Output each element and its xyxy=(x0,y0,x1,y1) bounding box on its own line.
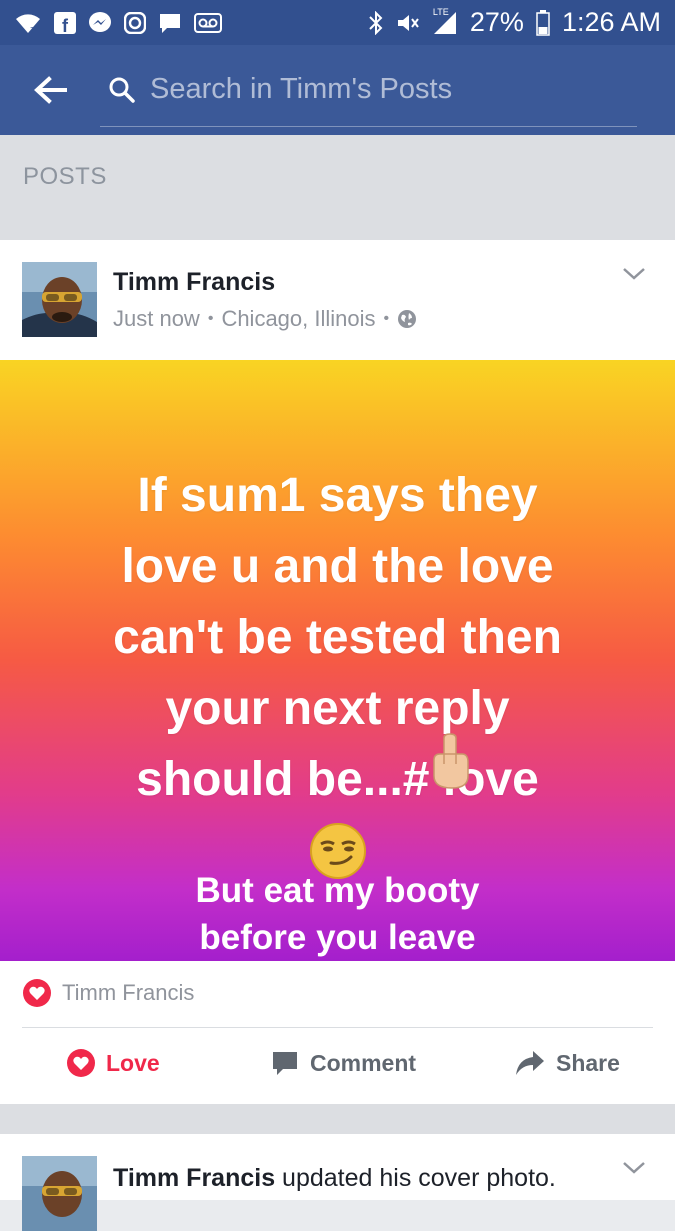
back-arrow-icon xyxy=(34,76,67,104)
post-meta: Just now • Chicago, Illinois • xyxy=(113,306,417,332)
banner-text: If sum1 says they love u and the love ca… xyxy=(0,460,675,886)
share-label: Share xyxy=(556,1049,620,1076)
facebook-icon: f xyxy=(54,11,76,34)
section-header: POSTS xyxy=(0,135,675,240)
network-type: LTE xyxy=(432,6,449,17)
post-card: Timm Francis Just now • Chicago, Illinoi… xyxy=(0,240,675,1104)
chevron-down-icon[interactable] xyxy=(619,262,649,286)
instagram-icon xyxy=(124,11,146,34)
globe-icon xyxy=(398,310,417,328)
love-button[interactable]: Love xyxy=(66,1048,160,1078)
battery-icon xyxy=(536,9,550,36)
banner-line: should be...# love xyxy=(136,753,539,806)
love-label: Love xyxy=(106,1049,160,1076)
messenger-icon xyxy=(88,11,112,35)
post-banner: If sum1 says they love u and the love ca… xyxy=(0,360,675,961)
love-reaction-icon xyxy=(23,979,51,1007)
search-input[interactable] xyxy=(148,72,618,107)
banner-sub-line: But eat my booty xyxy=(195,871,480,910)
signal-icon: LTE xyxy=(432,6,458,36)
post-time[interactable]: Just now xyxy=(113,306,200,332)
section-title: POSTS xyxy=(23,163,107,190)
app-bar xyxy=(0,45,675,135)
back-button[interactable] xyxy=(0,45,100,135)
chat-icon xyxy=(158,12,182,34)
battery-percent: 27% xyxy=(469,7,524,37)
love-reaction-icon xyxy=(67,1049,95,1077)
avatar[interactable] xyxy=(22,262,97,337)
post-actions: Love Comment Share xyxy=(0,1040,675,1096)
reactions-summary[interactable]: Timm Francis xyxy=(22,978,194,1008)
meta-dot: • xyxy=(383,310,390,327)
voicemail-icon xyxy=(194,12,222,33)
share-arrow-icon xyxy=(516,1051,544,1075)
banner-line: love u and the love xyxy=(121,540,554,593)
banner-line: can't be tested then xyxy=(113,611,562,664)
mute-icon xyxy=(396,11,420,35)
svg-text:?: ? xyxy=(30,26,34,35)
banner-subtext: But eat my booty before you leave xyxy=(0,867,675,961)
reaction-name: Timm Francis xyxy=(62,980,195,1005)
divider xyxy=(22,1027,653,1028)
search-icon xyxy=(109,77,135,103)
search-bar[interactable] xyxy=(100,53,637,127)
post-author[interactable]: Timm Francis xyxy=(113,268,275,297)
post-activity-text: Timm Francis updated his cover photo. xyxy=(113,1164,556,1193)
status-bar: ? f LTE 27% 1:26 AM xyxy=(0,0,675,45)
clock: 1:26 AM xyxy=(561,7,661,37)
meta-dot: • xyxy=(207,310,214,327)
activity-description: updated his cover photo. xyxy=(275,1164,556,1192)
wifi-icon: ? xyxy=(14,11,42,35)
post-location[interactable]: Chicago, Illinois xyxy=(221,306,375,332)
share-button[interactable]: Share xyxy=(514,1048,620,1078)
post-card: Timm Francis updated his cover photo. xyxy=(0,1134,675,1231)
post-header: Timm Francis Just now • Chicago, Illinoi… xyxy=(0,240,675,360)
feed-separator xyxy=(0,1104,675,1134)
banner-sub-line: before you leave xyxy=(199,918,476,957)
chevron-down-icon[interactable] xyxy=(619,1156,649,1180)
avatar[interactable] xyxy=(22,1156,97,1231)
bluetooth-icon xyxy=(368,10,384,35)
comment-icon xyxy=(273,1052,297,1075)
comment-button[interactable]: Comment xyxy=(270,1048,416,1078)
post-author[interactable]: Timm Francis xyxy=(113,1164,275,1192)
svg-text:f: f xyxy=(62,16,69,34)
middle-finger-emoji-icon xyxy=(433,733,469,789)
banner-line: If sum1 says they xyxy=(137,469,538,522)
banner-line: your next reply xyxy=(165,682,510,735)
comment-label: Comment xyxy=(310,1049,417,1076)
